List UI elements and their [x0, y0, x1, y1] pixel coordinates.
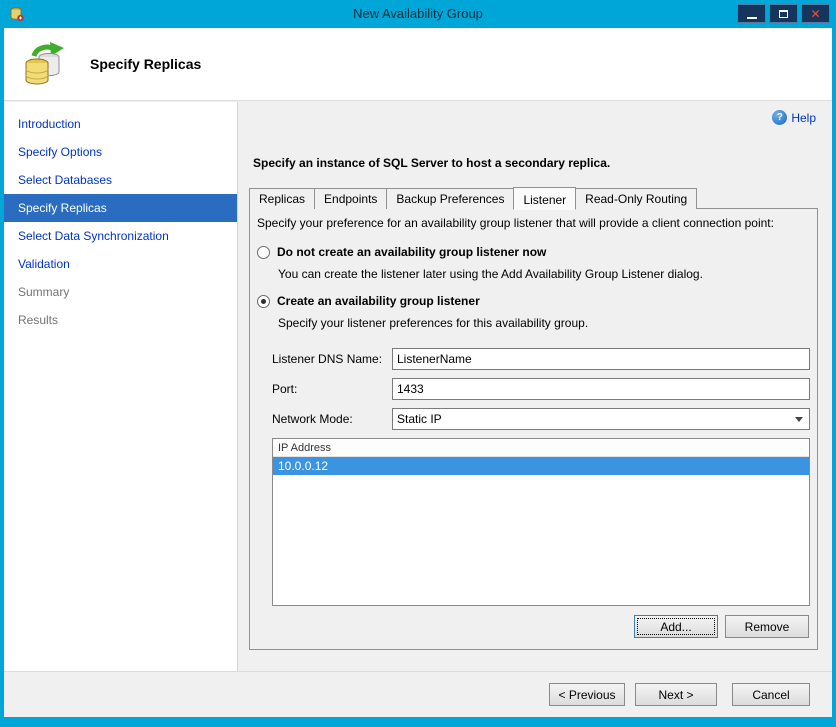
next-button[interactable]: Next > [635, 683, 717, 706]
page-title: Specify Replicas [90, 56, 202, 72]
radio-create-listener-subtext: Specify your listener preferences for th… [278, 316, 589, 330]
sidebar-item-select-data-synchronization[interactable]: Select Data Synchronization [4, 222, 237, 250]
help-link[interactable]: ? Help [772, 110, 816, 125]
wizard-footer: < Previous Next > Cancel [4, 671, 832, 717]
port-label: Port: [272, 382, 298, 396]
sidebar-item-specify-replicas[interactable]: Specify Replicas [4, 194, 237, 222]
dialog-content: Specify Replicas Introduction Specify Op… [4, 28, 832, 717]
radio-create-listener-label: Create an availability group listener [277, 294, 480, 308]
tab-backup-preferences[interactable]: Backup Preferences [386, 188, 515, 209]
chevron-down-icon [795, 417, 803, 422]
window-controls: ✕ [737, 4, 830, 23]
network-mode-dropdown[interactable]: Static IP [392, 408, 810, 430]
minimize-icon [746, 16, 757, 19]
main-panel: ? Help Specify an instance of SQL Server… [239, 102, 832, 671]
sidebar-item-specify-options[interactable]: Specify Options [4, 138, 237, 166]
ip-address-list[interactable]: IP Address 10.0.0.12 [272, 438, 810, 606]
listener-preference-text: Specify your preference for an availabil… [257, 216, 774, 230]
radio-create-listener[interactable]: Create an availability group listener [257, 294, 480, 308]
network-mode-value: Static IP [397, 412, 442, 426]
sidebar-item-summary: Summary [18, 285, 70, 299]
maximize-button[interactable] [769, 4, 798, 23]
tab-listener[interactable]: Listener [513, 187, 577, 210]
dns-name-input[interactable] [392, 348, 810, 370]
radio-create-listener-circle [257, 294, 270, 308]
tab-endpoints[interactable]: Endpoints [314, 188, 388, 209]
maximize-icon [779, 9, 788, 18]
network-mode-label: Network Mode: [272, 412, 353, 426]
dns-name-label: Listener DNS Name: [272, 352, 383, 366]
sidebar-item-validation[interactable]: Validation [4, 250, 237, 278]
close-icon: ✕ [810, 6, 821, 21]
remove-button[interactable]: Remove [725, 615, 809, 638]
tab-strip: Replicas Endpoints Backup Preferences Li… [249, 186, 698, 210]
close-button[interactable]: ✕ [801, 4, 830, 23]
help-icon: ? [772, 110, 788, 125]
sidebar-item-introduction[interactable]: Introduction [4, 110, 237, 138]
page-instruction: Specify an instance of SQL Server to hos… [253, 156, 611, 170]
tab-read-only-routing[interactable]: Read-Only Routing [575, 188, 698, 209]
sidebar-item-select-databases[interactable]: Select Databases [4, 166, 237, 194]
minimize-button[interactable] [737, 4, 766, 23]
previous-button[interactable]: < Previous [549, 683, 625, 706]
titlebar: New Availability Group ✕ [0, 0, 836, 28]
radio-no-listener-circle [257, 245, 270, 259]
radio-no-listener[interactable]: Do not create an availability group list… [257, 245, 546, 259]
help-label: Help [791, 110, 816, 125]
listener-tab-page: Specify your preference for an availabil… [249, 208, 818, 650]
radio-no-listener-subtext: You can create the listener later using … [278, 267, 703, 281]
ip-list-row[interactable]: 10.0.0.12 [273, 457, 809, 475]
wizard-header: Specify Replicas [4, 28, 832, 101]
cancel-button[interactable]: Cancel [732, 683, 810, 706]
availability-group-icon [25, 42, 64, 85]
tab-replicas[interactable]: Replicas [249, 188, 316, 209]
ip-list-column-header: IP Address [273, 439, 809, 457]
radio-no-listener-label: Do not create an availability group list… [277, 245, 547, 259]
port-input[interactable] [392, 378, 810, 400]
wizard-steps-sidebar: Introduction Specify Options Select Data… [4, 102, 238, 671]
window-title: New Availability Group [353, 6, 483, 21]
new-availability-group-window: New Availability Group ✕ Specify Replica… [0, 0, 836, 727]
sidebar-item-results: Results [18, 313, 59, 327]
add-button[interactable]: Add... [634, 615, 718, 638]
